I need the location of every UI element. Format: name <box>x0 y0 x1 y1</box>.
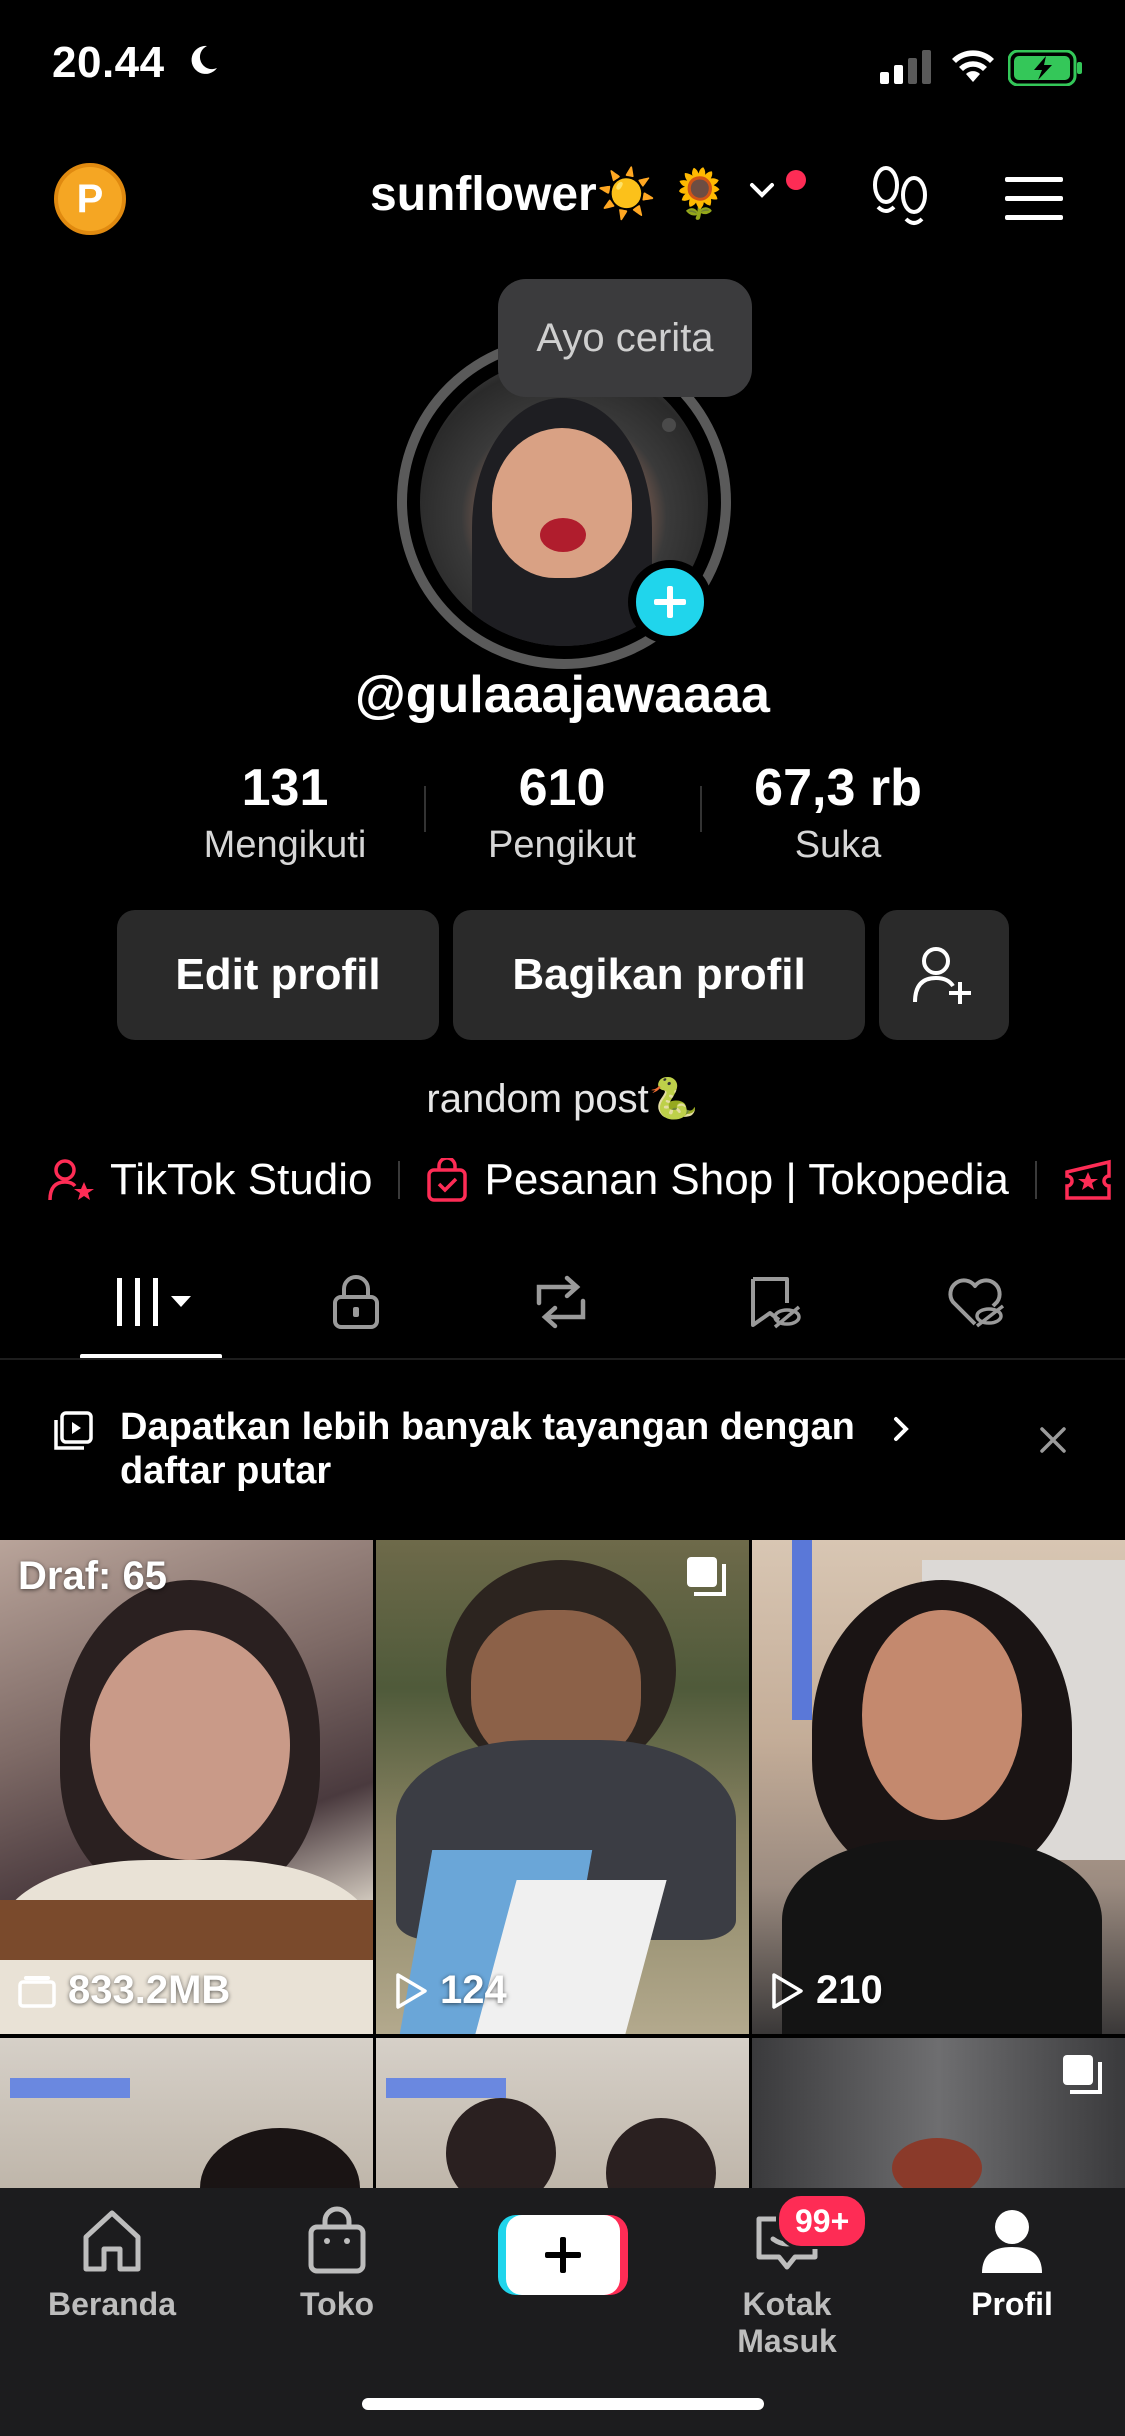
lock-icon <box>333 1275 379 1329</box>
link-label: TikTok Studio <box>110 1155 373 1204</box>
share-profile-button[interactable]: Bagikan profil <box>453 910 865 1040</box>
link-separator <box>1034 1161 1037 1199</box>
video-tile[interactable]: 210 <box>752 1540 1125 2034</box>
tab-favorites[interactable] <box>717 1262 827 1342</box>
play-icon <box>772 1972 803 2009</box>
stat-value: 131 <box>241 759 329 817</box>
tab-videos[interactable] <box>96 1262 206 1342</box>
inbox-badge: 99+ <box>776 2193 869 2249</box>
nav-label: Profil <box>971 2286 1053 2322</box>
heart-hidden-icon <box>948 1278 1005 1328</box>
draft-tile[interactable]: Draf: 65 833.2MB <box>0 1540 373 2034</box>
notification-dot <box>786 170 806 190</box>
nav-label: Kotak Masuk <box>737 2286 837 2359</box>
profile-bio: random post🐍 <box>426 1077 699 1121</box>
person-star-icon <box>48 1159 94 1201</box>
stat-label: Mengikuti <box>203 824 367 866</box>
star-ticket-icon <box>1065 1159 1111 1200</box>
stat-followers[interactable]: 610 Pengikut <box>432 758 692 867</box>
stat-value: 610 <box>518 759 606 817</box>
nav-label: Beranda <box>47 2286 177 2322</box>
link-separator <box>398 1161 401 1199</box>
view-count: 124 <box>394 1968 507 2013</box>
status-time: 20.44 <box>52 38 165 87</box>
multi-photo-icon <box>687 1557 726 1596</box>
nav-profile[interactable]: Profil <box>922 2205 1102 2323</box>
playlist-banner-text: Dapatkan lebih banyak tayangan dengan da… <box>120 1406 855 1492</box>
home-icon <box>83 2210 141 2272</box>
edit-profile-button[interactable]: Edit profil <box>117 910 439 1040</box>
battery-charging-icon <box>1008 50 1082 86</box>
chevron-right-icon[interactable] <box>890 1413 914 1445</box>
view-count: 210 <box>770 1968 883 2013</box>
draft-size: 833.2MB <box>18 1968 230 2013</box>
coin-icon[interactable]: P <box>54 163 126 235</box>
repost-icon <box>536 1275 586 1329</box>
menu-icon[interactable] <box>1005 175 1065 223</box>
shopping-bag-icon <box>427 1158 468 1202</box>
play-icon <box>396 1972 427 2009</box>
nav-label: Toko <box>299 2286 375 2322</box>
nav-home[interactable]: Beranda <box>22 2205 202 2323</box>
nav-shop[interactable]: Toko <box>247 2205 427 2323</box>
stat-divider <box>700 786 702 832</box>
profile-icon <box>982 2210 1042 2273</box>
link-tiktok-studio[interactable]: TikTok Studio <box>48 1155 372 1205</box>
wifi-icon <box>952 50 994 82</box>
stat-label: Suka <box>794 824 882 866</box>
video-tile[interactable] <box>0 2038 373 2188</box>
link-label: Pesanan Shop | Tokopedia <box>484 1155 1009 1204</box>
moon-icon <box>191 45 217 74</box>
home-indicator <box>362 2398 764 2410</box>
profile-links-row: TikTok Studio Pesanan Shop | Tokopedia L <box>48 1150 1125 1210</box>
video-tile[interactable] <box>752 2038 1125 2188</box>
playlist-icon <box>54 1411 93 1450</box>
shop-bag-icon <box>308 2206 366 2274</box>
add-user-icon <box>913 947 971 1004</box>
close-icon[interactable] <box>1038 1425 1068 1455</box>
link-third[interactable]: L <box>1063 1155 1125 1205</box>
add-friend-button[interactable] <box>879 910 1009 1040</box>
create-icon[interactable] <box>498 2215 628 2295</box>
multi-photo-icon <box>1063 2055 1102 2094</box>
stat-following[interactable]: 131 Mengikuti <box>155 758 415 867</box>
signal-icon <box>880 50 931 84</box>
footprint-icon[interactable] <box>868 165 932 231</box>
tab-liked[interactable] <box>920 1262 1030 1342</box>
stat-value: 67,3 rb <box>754 759 922 817</box>
profile-handle: @gulaaajawaaaa <box>355 666 770 724</box>
tab-private[interactable] <box>301 1262 411 1342</box>
account-switcher-name[interactable]: sunflower☀️ 🌻 <box>370 165 730 222</box>
draft-count: Draf: 65 <box>18 1554 167 1598</box>
storage-icon <box>18 1975 56 2008</box>
stat-label: Pengikut <box>488 824 636 866</box>
video-tile[interactable] <box>376 2038 749 2188</box>
bubble-tail <box>662 418 676 432</box>
chevron-down-icon[interactable] <box>748 180 776 200</box>
bookmark-hidden-icon <box>751 1277 801 1329</box>
stat-divider <box>424 786 426 832</box>
tab-reposts[interactable] <box>506 1262 616 1342</box>
grid-icon <box>117 1278 191 1326</box>
link-shop-orders[interactable]: Pesanan Shop | Tokopedia <box>426 1155 1009 1205</box>
video-tile[interactable]: 124 <box>376 1540 749 2034</box>
stat-likes[interactable]: 67,3 rb Suka <box>708 758 968 867</box>
add-story-button[interactable] <box>628 560 712 644</box>
story-prompt-bubble[interactable]: Ayo cerita <box>498 279 752 397</box>
plus-icon <box>654 586 686 618</box>
